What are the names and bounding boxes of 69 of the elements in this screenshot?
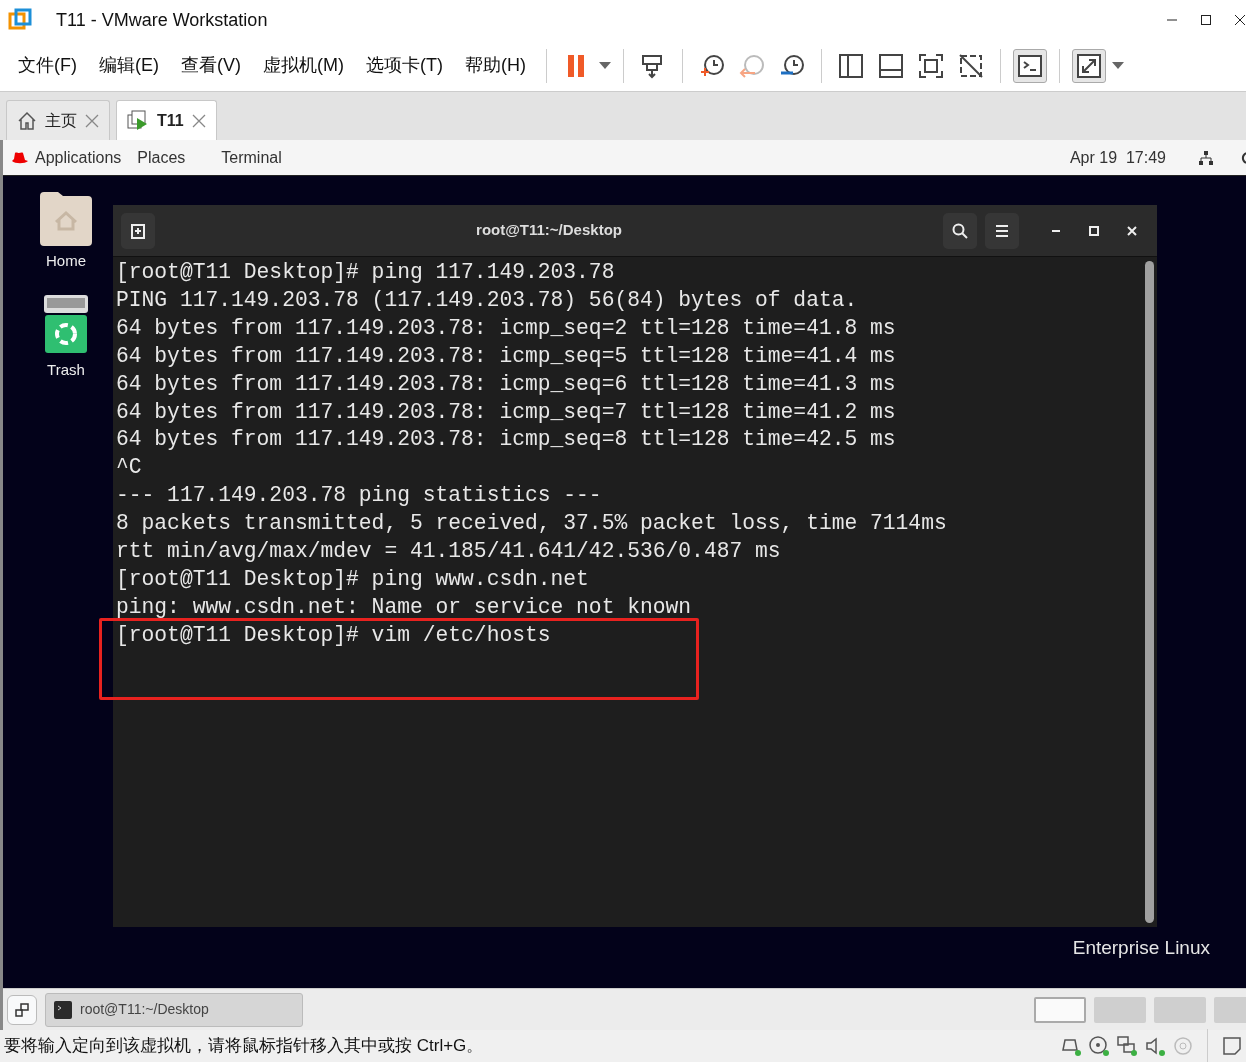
desktop-icon-label[interactable]: Home <box>46 250 86 273</box>
menu-icon <box>995 223 1009 238</box>
terminal-line: 64 bytes from 117.149.203.78: icmp_seq=5 ttl=128 time=41.4 ms <box>116 342 897 370</box>
hard-disk-icon[interactable] <box>1061 1036 1081 1056</box>
terminal-line: [root@T11 Desktop]# ping www.csdn.net <box>116 565 590 593</box>
workspace-thumbnail[interactable] <box>1034 996 1086 1023</box>
vm-icon <box>127 109 149 132</box>
menu-item[interactable]: 选项卡(T) <box>357 50 451 81</box>
home-icon <box>17 110 37 131</box>
power-icon[interactable] <box>1240 149 1246 166</box>
scrollbar-thumb[interactable] <box>1145 261 1154 923</box>
search-icon <box>952 222 968 239</box>
terminal-line: 64 bytes from 117.149.203.78: icmp_seq=7 ttl=128 time=41.2 ms <box>116 398 897 426</box>
status-message: 要将输入定向到该虚拟机，请将鼠标指针移入其中或按 Ctrl+G。 <box>4 1035 484 1058</box>
terminal-line: [root@T11 Desktop]# vim /etc/hosts <box>116 621 552 649</box>
terminal-line: --- 117.149.203.78 ping statistics --- <box>116 482 603 510</box>
new-tab-icon <box>130 222 146 239</box>
caret-icon[interactable] <box>1111 61 1124 70</box>
caret-icon[interactable] <box>598 61 611 70</box>
menu-item[interactable]: 虚拟机(M) <box>255 50 352 81</box>
speaker-icon[interactable] <box>1145 1036 1165 1056</box>
menu-item[interactable]: 文件(F) <box>10 50 85 81</box>
terminal-line: PING 117.149.203.78 (117.149.203.78) 56(84) bytes of data. <box>116 286 859 314</box>
terminal-title: root@T11:~/Desktop <box>475 220 623 241</box>
clock[interactable]: Apr 19 17:49 <box>1069 145 1166 170</box>
close-icon[interactable] <box>1234 14 1246 26</box>
topbar-menu[interactable]: Terminal <box>221 145 282 170</box>
maximize-icon[interactable] <box>1200 14 1212 26</box>
workspace-thumbnail[interactable] <box>1154 996 1206 1023</box>
sidebar-icon[interactable] <box>836 51 865 80</box>
topbar-menu[interactable]: Applications <box>35 145 122 170</box>
message-icon[interactable] <box>1222 1036 1242 1056</box>
menu-button[interactable] <box>985 212 1019 249</box>
stretch-icon[interactable] <box>1074 51 1103 80</box>
windows-icon <box>15 1002 29 1017</box>
terminal-line: ping: www.csdn.net: Name or service not known <box>116 593 693 621</box>
close-icon <box>1126 224 1138 237</box>
terminal-line: 64 bytes from 117.149.203.78: icmp_seq=6 ttl=128 time=41.3 ms <box>116 370 897 398</box>
tab[interactable]: T11 <box>116 100 217 140</box>
network-icon[interactable] <box>1198 149 1214 166</box>
minimize-icon <box>1052 229 1060 232</box>
terminal-line: ^C <box>116 454 143 482</box>
topbar-menu[interactable]: Places <box>137 145 186 170</box>
search-button[interactable] <box>943 212 977 249</box>
app-logo-icon <box>8 8 32 32</box>
taskbar-window-button[interactable]: root@T11:~/Desktop <box>45 992 303 1027</box>
show-desktop-button[interactable] <box>7 994 37 1025</box>
terminal-line: rtt min/avg/max/mdev = 41.185/41.641/42.536/0.487 ms <box>116 538 782 566</box>
fullscreen-icon[interactable] <box>916 51 945 80</box>
terminal-icon <box>54 1000 72 1019</box>
new-tab-button[interactable] <box>121 212 155 249</box>
menu-item[interactable]: 编辑(E) <box>91 50 167 81</box>
menu-item[interactable]: 帮助(H) <box>456 50 534 81</box>
menu-item[interactable]: 查看(V) <box>173 50 249 81</box>
workspace-thumbnail[interactable] <box>1094 996 1146 1023</box>
brand-text: Enterprise Linux <box>1072 935 1210 960</box>
window-title: T11 - VMware Workstation <box>56 8 268 32</box>
tab[interactable]: 主页 <box>6 100 110 140</box>
trash-icon <box>42 292 90 355</box>
terminal-line: 8 packets transmitted, 5 received, 37.5% packet loss, time 7114ms <box>116 510 948 538</box>
cd-drive-icon[interactable] <box>1089 1036 1109 1056</box>
terminal-line: 64 bytes from 117.149.203.78: icmp_seq=2 ttl=128 time=41.8 ms <box>116 314 897 342</box>
desktop-icon-label[interactable]: Trash <box>47 358 85 381</box>
network-adapter-icon[interactable] <box>1117 1036 1137 1056</box>
panel-icon[interactable] <box>876 51 905 80</box>
terminal-line: 64 bytes from 117.149.203.78: icmp_seq=8 ttl=128 time=42.5 ms <box>116 426 897 454</box>
fedora-hat-icon <box>11 150 29 165</box>
terminal-line: [root@T11 Desktop]# ping 117.149.203.78 <box>116 259 616 286</box>
maximize-icon <box>1088 224 1100 237</box>
